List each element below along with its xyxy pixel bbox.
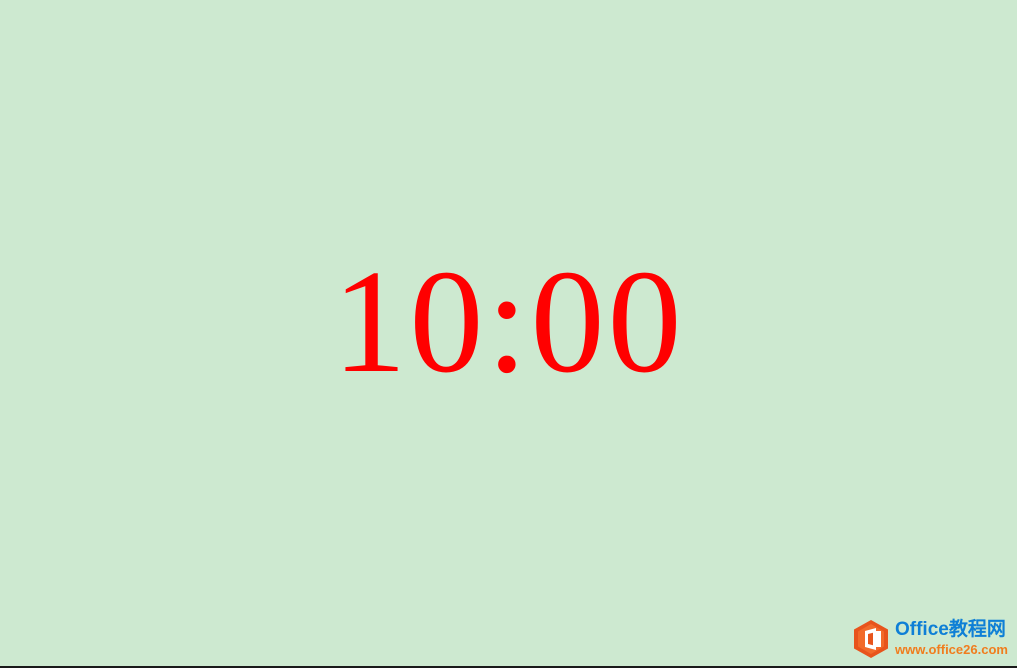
slide-canvas: 10:00 Office教程网 www.office26.com	[0, 0, 1017, 666]
site-watermark: Office教程网 www.office26.com	[852, 617, 1012, 661]
office-logo-icon	[852, 619, 890, 659]
watermark-title: Office教程网	[895, 619, 1006, 640]
countdown-time: 10:00	[332, 240, 685, 404]
watermark-url: www.office26.com	[895, 642, 1008, 657]
countdown-display: 10:00	[0, 240, 1017, 404]
